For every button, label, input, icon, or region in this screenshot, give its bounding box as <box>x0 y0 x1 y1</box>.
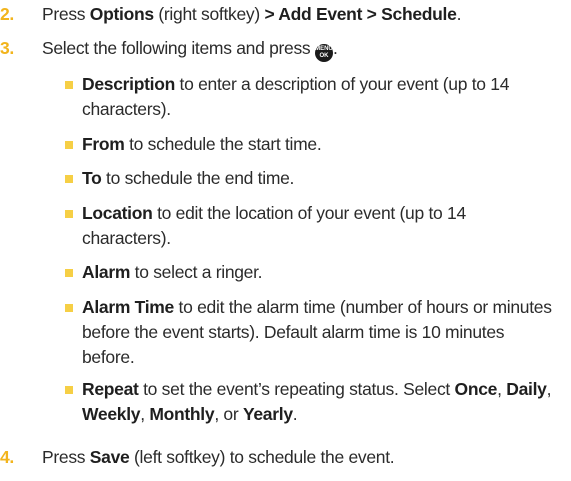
step-text-part: Select the following items and press <box>42 38 311 58</box>
icon-label-bottom: OK <box>319 53 329 59</box>
item-desc: to schedule the end time. <box>101 168 295 188</box>
list-item-text: Alarm Time to edit the alarm time (numbe… <box>82 295 552 370</box>
bullet-icon <box>65 81 73 89</box>
item-term: From <box>82 134 125 154</box>
bullet-icon <box>65 175 73 183</box>
item-term: Description <box>82 74 175 94</box>
separator: , <box>140 404 150 424</box>
item-term: Alarm <box>82 262 131 282</box>
step-text-part: Press <box>42 447 90 467</box>
item-desc: to select a ringer. <box>130 262 263 282</box>
option-monthly: Monthly <box>149 404 215 424</box>
separator: , <box>497 379 507 399</box>
separator: . <box>292 404 298 424</box>
step-number: 2. <box>0 4 14 24</box>
option-daily: Daily <box>506 379 547 399</box>
option-yearly: Yearly <box>242 404 293 424</box>
icon-label-top: MENU <box>315 46 333 52</box>
step-text-part: (left softkey) to schedule the event. <box>129 447 395 467</box>
step-text: Select the following items and press MEN… <box>42 36 562 62</box>
list-item-text: Repeat to set the event’s repeating stat… <box>82 377 552 427</box>
step-number: 4. <box>0 447 14 467</box>
step-text-part: (right softkey) <box>153 4 265 24</box>
item-term: Repeat <box>82 379 139 399</box>
option-weekly: Weekly <box>82 404 141 424</box>
options-term: Options <box>89 4 154 24</box>
list-item-text: Description to enter a description of yo… <box>82 72 552 122</box>
option-once: Once <box>454 379 498 399</box>
save-term: Save <box>89 447 130 467</box>
menu-path: > Add Event > Schedule <box>264 4 457 24</box>
item-term: Alarm Time <box>82 297 174 317</box>
bullet-icon <box>65 210 73 218</box>
step-text-part: . <box>456 4 462 24</box>
menu-ok-key-icon: MENU OK <box>314 44 333 62</box>
step-number: 3. <box>0 38 14 58</box>
step-text-part: . <box>332 38 338 58</box>
list-item-text: Alarm to select a ringer. <box>82 260 552 285</box>
item-term: To <box>82 168 102 188</box>
item-desc: to set the event’s repeating status. Sel… <box>138 379 455 399</box>
list-item-text: Location to edit the location of your ev… <box>82 201 552 251</box>
item-term: Location <box>82 203 153 223</box>
bullet-icon <box>65 141 73 149</box>
separator: , or <box>214 404 243 424</box>
item-desc: to schedule the start time. <box>124 134 322 154</box>
step-text: Press Save (left softkey) to schedule th… <box>42 445 562 470</box>
bullet-icon <box>65 269 73 277</box>
step-text: Press Options (right softkey) > Add Even… <box>42 2 562 27</box>
bullet-icon <box>65 386 73 394</box>
step-text-part: Press <box>42 4 90 24</box>
list-item-text: From to schedule the start time. <box>82 132 552 157</box>
bullet-icon <box>65 304 73 312</box>
separator: , <box>546 379 552 399</box>
list-item-text: To to schedule the end time. <box>82 166 552 191</box>
